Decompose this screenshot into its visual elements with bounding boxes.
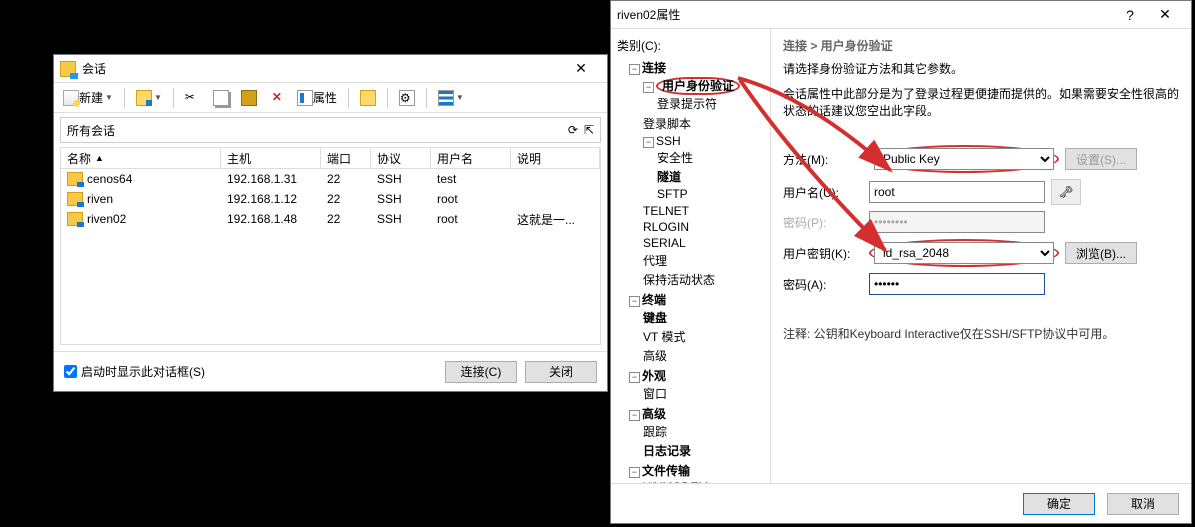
key-select[interactable]: id_rsa_2048 <box>874 242 1054 264</box>
user-input[interactable] <box>869 181 1045 203</box>
col-port[interactable]: 端口 <box>321 148 371 168</box>
folder-open-icon <box>360 90 376 106</box>
session-dialog: 会话 ✕ 新建▼ ▼ ✂ ✕ 属性 ⚙ ▼ 所有会话 ⟳ ⇱ 名称▲ 主机 端口… <box>53 54 608 392</box>
paste-icon <box>241 90 257 106</box>
password-label: 密码(P): <box>783 214 863 231</box>
col-user[interactable]: 用户名 <box>431 148 511 168</box>
key-icon: 🗝 <box>1051 179 1081 205</box>
window-title: 会话 <box>82 60 561 77</box>
help-icon[interactable]: ? <box>1115 7 1145 23</box>
method-select[interactable]: Public Key <box>874 148 1054 170</box>
dialog-buttons: 确定 取消 <box>611 483 1191 523</box>
paste-button[interactable] <box>236 87 262 109</box>
close-icon[interactable]: ✕ <box>561 60 601 77</box>
password-input <box>869 211 1045 233</box>
session-icon <box>67 212 83 226</box>
col-desc[interactable]: 说明 <box>511 148 600 168</box>
close-icon[interactable]: ✕ <box>1145 6 1185 23</box>
table-row[interactable]: riven192.168.1.1222SSHroot <box>61 189 600 209</box>
method-label: 方法(M): <box>783 151 863 168</box>
settings-button: 设置(S)... <box>1065 148 1137 170</box>
user-label: 用户名(U): <box>783 184 863 201</box>
folder-button[interactable]: ▼ <box>131 87 167 109</box>
breadcrumb: 连接 > 用户身份验证 <box>783 37 1179 54</box>
desc-line1: 请选择身份验证方法和其它参数。 <box>783 60 1179 77</box>
properties-button[interactable]: 属性 <box>292 86 342 109</box>
titlebar: riven02属性 ? ✕ <box>611 1 1191 29</box>
table-row[interactable]: cenos64192.168.1.3122SSHtest <box>61 169 600 189</box>
titlebar: 会话 ✕ <box>54 55 607 83</box>
breadcrumb-bar: 所有会话 ⟳ ⇱ <box>60 117 601 143</box>
browse-button[interactable]: 浏览(B)... <box>1065 242 1137 264</box>
new-button[interactable]: 新建▼ <box>58 86 118 109</box>
note-text: 注释: 公钥和Keyboard Interactive仅在SSH/SFTP协议中… <box>783 325 1179 342</box>
new-icon <box>63 90 79 106</box>
cancel-button[interactable]: 取消 <box>1107 493 1179 515</box>
options-button[interactable]: ⚙ <box>394 87 420 109</box>
toolbar: 新建▼ ▼ ✂ ✕ 属性 ⚙ ▼ <box>54 83 607 113</box>
category-tree-panel: 类别(C): −连接 −用户身份验证 登录提示符 登录脚本 −SSH 安全性 <box>611 29 771 483</box>
chevron-down-icon: ▼ <box>154 93 162 102</box>
col-name[interactable]: 名称▲ <box>61 148 221 168</box>
bottom-bar: 启动时显示此对话框(S) 连接(C) 关闭 <box>54 351 607 391</box>
x-icon: ✕ <box>269 90 285 106</box>
delete-button[interactable]: ✕ <box>264 87 290 109</box>
close-button[interactable]: 关闭 <box>525 361 597 383</box>
copy-icon <box>213 90 229 106</box>
openfolder-button[interactable] <box>355 87 381 109</box>
category-label: 类别(C): <box>615 35 766 58</box>
list-icon <box>438 90 454 106</box>
properties-icon <box>297 90 313 106</box>
properties-dialog: riven02属性 ? ✕ 类别(C): −连接 −用户身份验证 登录提示符 登… <box>610 0 1192 524</box>
passphrase-input[interactable] <box>869 273 1045 295</box>
session-icon <box>67 172 83 186</box>
session-icon <box>67 192 83 206</box>
ok-button[interactable]: 确定 <box>1023 493 1095 515</box>
options-icon: ⚙ <box>399 90 415 106</box>
cut-button[interactable]: ✂ <box>180 87 206 109</box>
scissors-icon: ✂ <box>185 90 201 106</box>
connect-button[interactable]: 连接(C) <box>445 361 517 383</box>
breadcrumb: 所有会话 <box>67 122 115 139</box>
copy-button[interactable] <box>208 87 234 109</box>
col-proto[interactable]: 协议 <box>371 148 431 168</box>
table-row[interactable]: riven02192.168.1.4822SSHroot这就是一... <box>61 209 600 229</box>
view-button[interactable]: ▼ <box>433 87 469 109</box>
chevron-down-icon: ▼ <box>105 93 113 102</box>
startup-checkbox[interactable]: 启动时显示此对话框(S) <box>64 363 437 380</box>
app-icon <box>60 61 76 77</box>
desc-line2: 会话属性中此部分是为了登录过程更便捷而提供的。如果需要安全性很高的状态的话建议您… <box>783 85 1179 119</box>
col-host[interactable]: 主机 <box>221 148 321 168</box>
folder-icon <box>136 90 152 106</box>
session-list[interactable]: cenos64192.168.1.3122SSHtestriven192.168… <box>60 169 601 345</box>
table-header: 名称▲ 主机 端口 协议 用户名 说明 <box>60 147 601 169</box>
category-tree[interactable]: −连接 −用户身份验证 登录提示符 登录脚本 −SSH 安全性 隧道 SFTP <box>615 58 766 483</box>
form-panel: 连接 > 用户身份验证 请选择身份验证方法和其它参数。 会话属性中此部分是为了登… <box>771 29 1191 483</box>
window-title: riven02属性 <box>617 6 1115 23</box>
refresh-icon[interactable]: ⟳ <box>568 123 578 137</box>
key-label: 用户密钥(K): <box>783 245 863 262</box>
separator <box>124 88 125 108</box>
passphrase-label: 密码(A): <box>783 276 863 293</box>
tree-auth[interactable]: 用户身份验证 <box>656 77 740 95</box>
up-icon[interactable]: ⇱ <box>584 123 594 137</box>
chevron-down-icon: ▼ <box>456 93 464 102</box>
